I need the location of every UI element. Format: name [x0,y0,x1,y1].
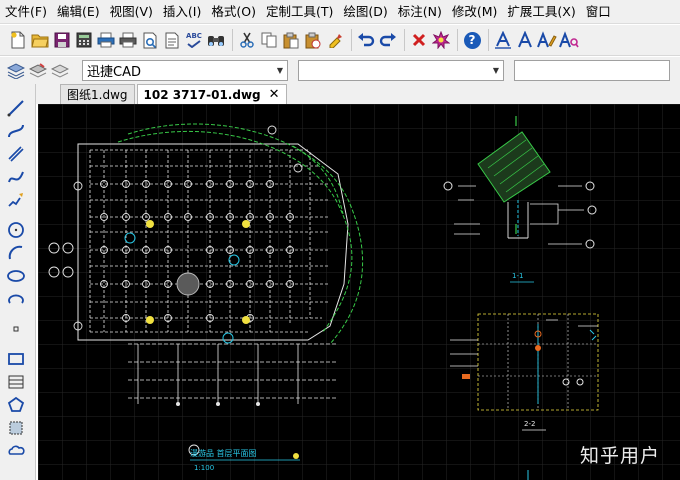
multiline-icon[interactable] [5,144,27,164]
ellipse-arc-icon[interactable] [5,289,27,309]
print-icon[interactable] [96,29,116,51]
layer-select[interactable]: 迅捷CAD ▼ [82,60,288,81]
plan-title: 漫游品 首层平面图 [190,448,257,458]
toolbar-separator [351,29,352,51]
chevron-down-icon: ▼ [276,66,283,75]
point-icon[interactable] [5,319,27,339]
ellipse-icon[interactable] [5,266,27,286]
region-icon[interactable] [5,418,27,438]
drawing-canvas[interactable]: 漫游品 首层平面图 1:100 1-1 2-2 知乎用户 [38,104,680,480]
erase-icon[interactable] [409,29,429,51]
cut-icon[interactable] [237,29,257,51]
publish-doc-icon[interactable] [162,29,182,51]
menu-file[interactable]: 文件(F) [0,0,52,24]
toolbar-separator [232,29,233,51]
menu-draw[interactable]: 绘图(D) [338,0,392,24]
toolbar-separator [404,29,405,51]
menu-insert[interactable]: 插入(I) [158,0,206,24]
cad-drawing: 漫游品 首层平面图 1:100 1-1 2-2 [38,104,680,480]
spellcheck-label: ABC [186,32,202,40]
line-icon[interactable] [5,98,27,118]
tab-drawing1[interactable]: 图纸1.dwg [60,84,135,104]
help-icon[interactable]: ? [462,29,482,51]
menu-view[interactable]: 视图(V) [105,0,158,24]
menu-edit[interactable]: 编辑(E) [52,0,105,24]
paste-special-icon[interactable] [303,29,323,51]
spline-icon[interactable] [5,167,27,187]
section-label-lower: 2-2 [524,420,535,428]
close-icon[interactable]: ✕ [269,87,280,102]
open-file-icon[interactable] [30,29,50,51]
find-icon[interactable] [206,29,226,51]
text-icon[interactable] [515,29,535,51]
save-icon[interactable] [52,29,72,51]
layer-select-value: 迅捷CAD [87,65,141,80]
watermark: 知乎用户 [579,445,660,467]
properties-toolbar: 迅捷CAD ▼ ▼ [0,57,680,84]
print-preview-icon[interactable] [118,29,138,51]
draw-toolbar [0,84,36,480]
paste-icon[interactable] [281,29,301,51]
menu-window[interactable]: 窗口 [581,0,616,24]
publish-icon[interactable] [140,29,160,51]
layer-state-icon[interactable] [28,60,48,82]
chevron-down-icon: ▼ [492,66,499,75]
tab-label: 102 3717-01.dwg [143,87,261,102]
explode-icon[interactable] [431,29,451,51]
text-style-icon[interactable] [493,29,513,51]
freehand-icon[interactable] [5,190,27,210]
redo-icon[interactable] [378,29,398,51]
help-glyph: ? [463,31,481,49]
circle-icon[interactable] [5,220,27,240]
plan-scale: 1:100 [194,464,214,472]
menu-custom-tools[interactable]: 定制工具(T) [261,0,338,24]
polyline-icon[interactable] [5,121,27,141]
match-properties-icon[interactable] [325,29,345,51]
toolbar-separator [488,29,489,51]
undo-icon[interactable] [356,29,376,51]
menu-dimension[interactable]: 标注(N) [393,0,447,24]
menu-bar: 文件(F) 编辑(E) 视图(V) 插入(I) 格式(O) 定制工具(T) 绘图… [0,0,680,24]
tab-active-drawing[interactable]: 102 3717-01.dwg ✕ [136,84,287,104]
layer-manager-icon[interactable] [6,60,26,82]
section-label-upper: 1-1 [512,272,523,280]
toolbar-separator [457,29,458,51]
layer-previous-icon[interactable] [50,60,70,82]
revision-cloud-icon[interactable] [5,441,27,461]
rectangle-icon[interactable] [5,349,27,369]
canvas-grid [38,104,680,480]
tab-label: 图纸1.dwg [67,88,128,102]
spellcheck-icon[interactable]: ABC [184,29,204,51]
arc-icon[interactable] [5,243,27,263]
lineweight-select[interactable] [514,60,670,81]
standard-toolbar: ABC ? [0,25,680,56]
document-tabs: 图纸1.dwg 102 3717-01.dwg ✕ [36,84,680,104]
text-edit-icon[interactable] [537,29,557,51]
text-find-icon[interactable] [559,29,579,51]
linetype-select[interactable]: ▼ [298,60,504,81]
hatch-icon[interactable] [5,372,27,392]
copy-icon[interactable] [259,29,279,51]
new-file-icon[interactable] [8,29,28,51]
polygon-icon[interactable] [5,395,27,415]
menu-modify[interactable]: 修改(M) [447,0,503,24]
calculator-icon[interactable] [74,29,94,51]
menu-format[interactable]: 格式(O) [206,0,261,24]
menu-extension-tools[interactable]: 扩展工具(X) [502,0,580,24]
